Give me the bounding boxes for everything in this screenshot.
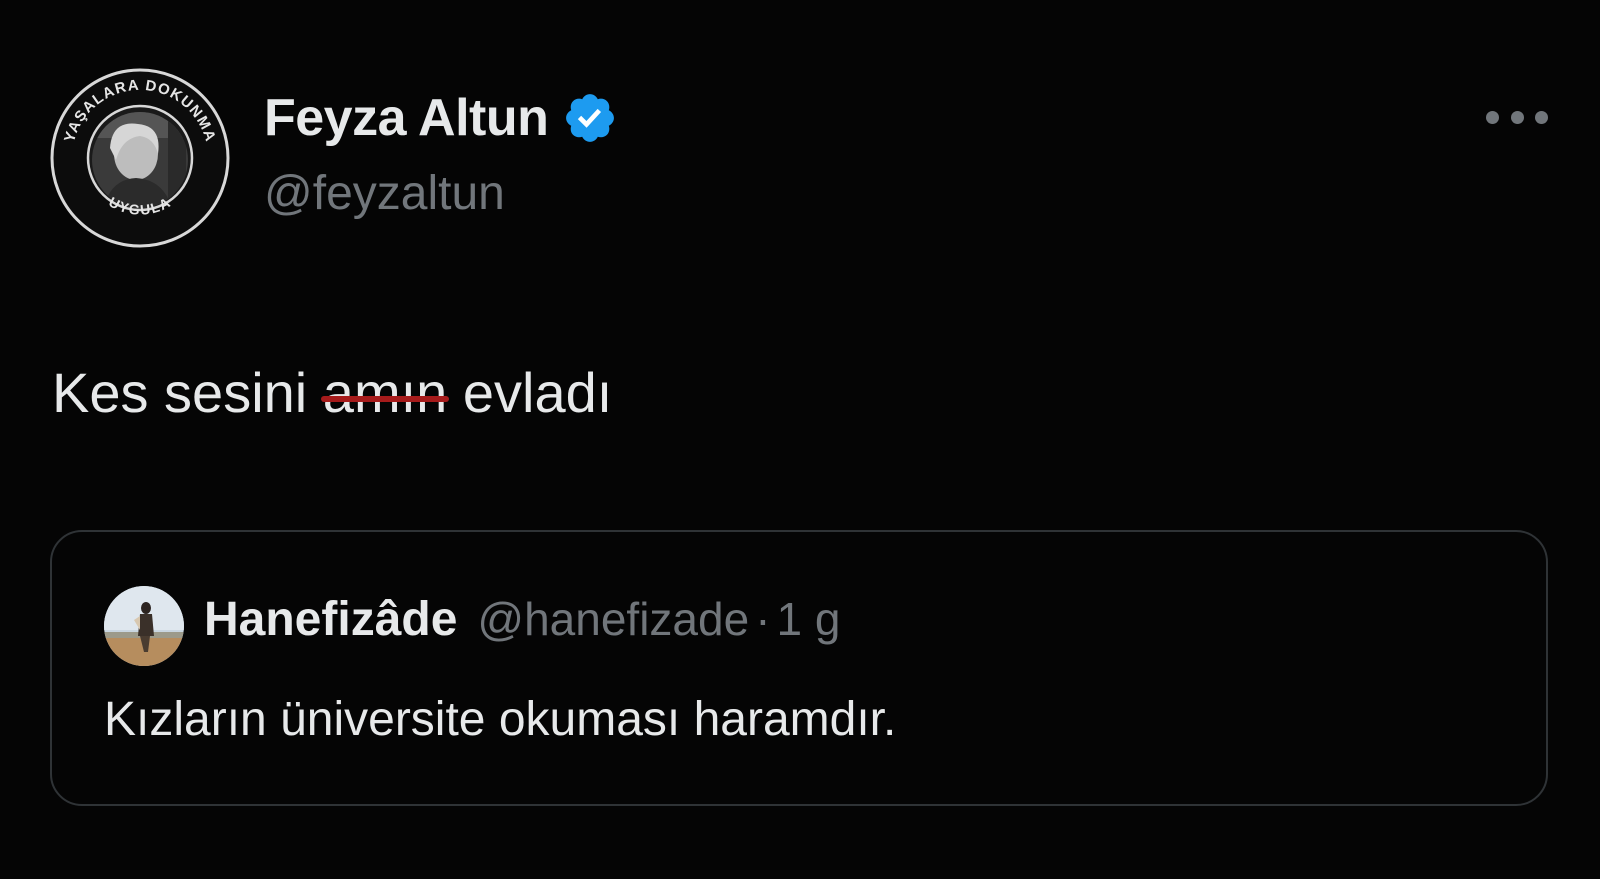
quoted-tweet-header: Hanefizâde @hanefizade · 1 g xyxy=(204,592,840,647)
more-dot xyxy=(1486,110,1499,124)
censored-word: amın xyxy=(322,361,448,424)
censor-strike-line xyxy=(320,396,450,403)
author-avatar[interactable]: YAŞALARA DOKUNMA UYGULA xyxy=(50,68,230,248)
quoted-author-avatar[interactable] xyxy=(104,586,184,666)
tweet-text-before: Kes sesini xyxy=(52,361,323,424)
author-name-row: Feyza Altun xyxy=(264,88,618,148)
tweet-text-after: evladı xyxy=(447,361,613,424)
quoted-tweet-text: Kızların üniversite okuması haramdır. xyxy=(104,693,897,746)
more-horizontal-icon[interactable] xyxy=(1486,106,1548,128)
quoted-author-handle[interactable]: @hanefizade xyxy=(477,592,749,646)
quoted-tweet-card[interactable]: Hanefizâde @hanefizade · 1 g Kızların ün… xyxy=(50,530,1548,806)
tweet-text-censored: amın xyxy=(320,360,450,425)
tweet-text: Kes sesini amın evladı xyxy=(52,360,612,425)
verified-badge-icon xyxy=(566,94,615,142)
quoted-tweet-time[interactable]: 1 g xyxy=(777,592,841,646)
tweet-screenshot: YAŞALARA DOKUNMA UYGULA Feyza Altun @fey… xyxy=(0,0,1600,879)
author-name[interactable]: Feyza Altun xyxy=(264,88,549,148)
author-handle[interactable]: @feyzaltun xyxy=(264,166,505,221)
header-separator: · xyxy=(755,593,771,645)
quoted-author-name[interactable]: Hanefizâde xyxy=(204,592,457,647)
more-dot xyxy=(1510,110,1524,124)
more-dot xyxy=(1535,110,1548,124)
